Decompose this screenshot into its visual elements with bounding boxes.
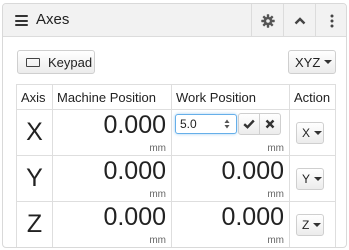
table-row-z: Z 0.000 mm 0.000 mm Z xyxy=(16,201,336,247)
work-position-input[interactable]: 5.0 xyxy=(175,114,237,134)
spinner-icon[interactable] xyxy=(224,119,230,129)
keypad-button[interactable]: Keypad xyxy=(17,50,95,74)
chevron-up-icon xyxy=(294,16,305,24)
axes-table: Axis Machine Position Work Position Acti… xyxy=(16,84,336,247)
machine-position-value: 0.000 xyxy=(103,111,166,139)
column-header-work-position: Work Position xyxy=(171,84,290,110)
work-position-value[interactable]: 0.000 xyxy=(221,157,284,186)
caret-down-icon xyxy=(313,223,322,227)
work-position-value[interactable]: 0.000 xyxy=(221,203,284,232)
widget-title: Axes xyxy=(36,11,70,28)
caret-down-icon xyxy=(324,60,333,64)
axis-name: Z xyxy=(26,210,43,238)
action-label: X xyxy=(302,126,311,140)
machine-position-value: 0.000 xyxy=(103,157,166,185)
machine-position-unit: mm xyxy=(149,143,166,154)
work-position-unit: mm xyxy=(267,189,284,200)
collapse-button[interactable] xyxy=(283,4,315,37)
cancel-work-position-button[interactable] xyxy=(259,113,281,135)
column-header-machine-position: Machine Position xyxy=(52,84,172,110)
caret-down-icon xyxy=(314,131,323,135)
axis-action-dropdown-y[interactable]: Y xyxy=(296,168,324,190)
table-header-row: Axis Machine Position Work Position Acti… xyxy=(16,84,336,110)
action-label: Z xyxy=(302,218,310,232)
axis-name: X xyxy=(26,118,43,146)
work-position-unit: mm xyxy=(267,143,284,154)
gear-icon xyxy=(260,13,275,28)
machine-position-unit: mm xyxy=(149,235,166,246)
work-position-unit: mm xyxy=(267,235,284,246)
axis-set-dropdown[interactable]: XYZ xyxy=(288,50,336,74)
table-row-y: Y 0.000 mm 0.000 mm Y xyxy=(16,155,336,202)
axis-name: Y xyxy=(26,164,43,192)
axes-widget: Axes Keypad XYZ Axis Machine Position Wo… xyxy=(2,3,347,248)
table-row-x: X 0.000 mm 5.0 mm X xyxy=(16,109,336,156)
machine-position-value: 0.000 xyxy=(103,203,166,231)
checkmark-icon xyxy=(243,119,255,129)
column-header-action: Action xyxy=(289,84,336,110)
hamburger-menu-icon[interactable] xyxy=(15,15,28,26)
column-header-axis: Axis xyxy=(16,84,53,110)
action-label: Y xyxy=(302,172,311,186)
work-position-input-value: 5.0 xyxy=(180,117,197,131)
confirm-work-position-button[interactable] xyxy=(238,113,260,135)
axis-set-label: XYZ xyxy=(295,54,321,70)
keyboard-icon xyxy=(26,57,40,67)
keypad-label: Keypad xyxy=(48,54,93,70)
vertical-ellipsis-icon xyxy=(330,14,333,27)
axis-action-dropdown-x[interactable]: X xyxy=(296,122,324,144)
more-options-button[interactable] xyxy=(315,4,346,37)
settings-button[interactable] xyxy=(251,4,283,37)
widget-header: Axes xyxy=(3,4,346,37)
caret-down-icon xyxy=(314,177,323,181)
close-icon xyxy=(265,119,275,129)
axis-action-dropdown-z[interactable]: Z xyxy=(296,214,324,236)
machine-position-unit: mm xyxy=(149,189,166,200)
